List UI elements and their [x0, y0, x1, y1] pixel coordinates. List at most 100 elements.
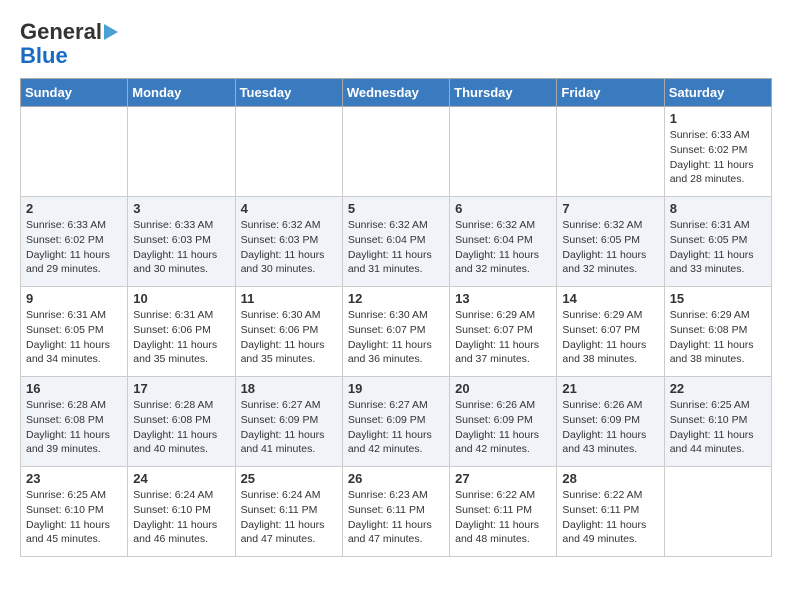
calendar-week-row: 1Sunrise: 6:33 AM Sunset: 6:02 PM Daylig… [21, 107, 772, 197]
calendar-cell [128, 107, 235, 197]
day-number: 11 [241, 291, 337, 306]
calendar-week-row: 23 Sunrise: 6:25 AM Sunset: 6:10 PM Dayli… [21, 467, 772, 557]
calendar-cell: 7Sunrise: 6:32 AM Sunset: 6:05 PM Daylig… [557, 197, 664, 287]
day-number: 3 [133, 201, 229, 216]
calendar-week-row: 9 Sunrise: 6:31 AM Sunset: 6:05 PM Daylig… [21, 287, 772, 377]
calendar-cell: 22 Sunrise: 6:25 AM Sunset: 6:10 PM Dayli… [664, 377, 771, 467]
day-number: 19 [348, 381, 444, 396]
day-info: Sunrise: 6:28 AM Sunset: 6:08 PM Dayligh… [133, 398, 229, 457]
calendar-week-row: 16 Sunrise: 6:28 AM Sunset: 6:08 PM Dayli… [21, 377, 772, 467]
day-info: Sunrise: 6:26 AM Sunset: 6:09 PM Dayligh… [562, 398, 658, 457]
day-number: 13 [455, 291, 551, 306]
calendar-week-row: 2 Sunrise: 6:33 AM Sunset: 6:02 PM Daylig… [21, 197, 772, 287]
calendar-cell: 12 Sunrise: 6:30 AM Sunset: 6:07 PM Dayli… [342, 287, 449, 377]
day-number: 8 [670, 201, 766, 216]
day-number: 10 [133, 291, 229, 306]
day-number: 18 [241, 381, 337, 396]
day-number: 21 [562, 381, 658, 396]
calendar-cell: 8 Sunrise: 6:31 AM Sunset: 6:05 PM Daylig… [664, 197, 771, 287]
day-number: 15 [670, 291, 766, 306]
day-info: Sunrise: 6:26 AM Sunset: 6:09 PM Dayligh… [455, 398, 551, 457]
column-header-friday: Friday [557, 79, 664, 107]
calendar-cell: 9 Sunrise: 6:31 AM Sunset: 6:05 PM Daylig… [21, 287, 128, 377]
calendar-cell: 13Sunrise: 6:29 AM Sunset: 6:07 PM Dayli… [450, 287, 557, 377]
day-info: Sunrise: 6:24 AM Sunset: 6:10 PM Dayligh… [133, 488, 229, 547]
calendar-cell: 4 Sunrise: 6:32 AM Sunset: 6:03 PM Daylig… [235, 197, 342, 287]
logo-general: General [20, 20, 102, 44]
day-info: Sunrise: 6:32 AM Sunset: 6:03 PM Dayligh… [241, 218, 337, 277]
calendar-cell: 21 Sunrise: 6:26 AM Sunset: 6:09 PM Dayli… [557, 377, 664, 467]
column-header-thursday: Thursday [450, 79, 557, 107]
day-info: Sunrise: 6:31 AM Sunset: 6:05 PM Dayligh… [26, 308, 122, 367]
column-header-saturday: Saturday [664, 79, 771, 107]
calendar-cell: 23 Sunrise: 6:25 AM Sunset: 6:10 PM Dayli… [21, 467, 128, 557]
day-number: 24 [133, 471, 229, 486]
day-number: 23 [26, 471, 122, 486]
day-number: 9 [26, 291, 122, 306]
calendar-header-row: SundayMondayTuesdayWednesdayThursdayFrid… [21, 79, 772, 107]
day-info: Sunrise: 6:30 AM Sunset: 6:06 PM Dayligh… [241, 308, 337, 367]
day-info: Sunrise: 6:30 AM Sunset: 6:07 PM Dayligh… [348, 308, 444, 367]
calendar-cell: 11 Sunrise: 6:30 AM Sunset: 6:06 PM Dayli… [235, 287, 342, 377]
calendar-cell [21, 107, 128, 197]
day-info: Sunrise: 6:31 AM Sunset: 6:06 PM Dayligh… [133, 308, 229, 367]
day-info: Sunrise: 6:29 AM Sunset: 6:07 PM Dayligh… [562, 308, 658, 367]
calendar-cell: 5 Sunrise: 6:32 AM Sunset: 6:04 PM Daylig… [342, 197, 449, 287]
calendar-cell: 6Sunrise: 6:32 AM Sunset: 6:04 PM Daylig… [450, 197, 557, 287]
day-number: 5 [348, 201, 444, 216]
day-info: Sunrise: 6:27 AM Sunset: 6:09 PM Dayligh… [348, 398, 444, 457]
day-number: 25 [241, 471, 337, 486]
calendar-cell: 20 Sunrise: 6:26 AM Sunset: 6:09 PM Dayli… [450, 377, 557, 467]
day-number: 20 [455, 381, 551, 396]
calendar-cell [557, 107, 664, 197]
day-number: 14 [562, 291, 658, 306]
calendar-cell: 19 Sunrise: 6:27 AM Sunset: 6:09 PM Dayli… [342, 377, 449, 467]
day-info: Sunrise: 6:22 AM Sunset: 6:11 PM Dayligh… [455, 488, 551, 547]
day-number: 26 [348, 471, 444, 486]
day-number: 27 [455, 471, 551, 486]
column-header-tuesday: Tuesday [235, 79, 342, 107]
day-info: Sunrise: 6:32 AM Sunset: 6:04 PM Dayligh… [348, 218, 444, 277]
day-number: 1 [670, 111, 766, 126]
day-info: Sunrise: 6:32 AM Sunset: 6:04 PM Dayligh… [455, 218, 551, 277]
logo-arrow-icon [104, 24, 118, 40]
calendar-cell: 10 Sunrise: 6:31 AM Sunset: 6:06 PM Dayli… [128, 287, 235, 377]
day-number: 22 [670, 381, 766, 396]
calendar-cell: 27 Sunrise: 6:22 AM Sunset: 6:11 PM Dayli… [450, 467, 557, 557]
day-info: Sunrise: 6:33 AM Sunset: 6:02 PM Dayligh… [26, 218, 122, 277]
column-header-monday: Monday [128, 79, 235, 107]
day-number: 17 [133, 381, 229, 396]
day-info: Sunrise: 6:27 AM Sunset: 6:09 PM Dayligh… [241, 398, 337, 457]
calendar-cell [342, 107, 449, 197]
calendar-cell: 26 Sunrise: 6:23 AM Sunset: 6:11 PM Dayli… [342, 467, 449, 557]
page-header: General Blue [20, 20, 772, 68]
calendar-table: SundayMondayTuesdayWednesdayThursdayFrid… [20, 78, 772, 557]
calendar-cell: 14 Sunrise: 6:29 AM Sunset: 6:07 PM Dayli… [557, 287, 664, 377]
day-info: Sunrise: 6:25 AM Sunset: 6:10 PM Dayligh… [670, 398, 766, 457]
calendar-cell: 1Sunrise: 6:33 AM Sunset: 6:02 PM Daylig… [664, 107, 771, 197]
day-number: 4 [241, 201, 337, 216]
day-number: 2 [26, 201, 122, 216]
column-header-wednesday: Wednesday [342, 79, 449, 107]
calendar-cell: 3 Sunrise: 6:33 AM Sunset: 6:03 PM Daylig… [128, 197, 235, 287]
calendar-cell [235, 107, 342, 197]
logo-blue: Blue [20, 44, 68, 68]
day-info: Sunrise: 6:23 AM Sunset: 6:11 PM Dayligh… [348, 488, 444, 547]
calendar-cell: 18 Sunrise: 6:27 AM Sunset: 6:09 PM Dayli… [235, 377, 342, 467]
day-number: 16 [26, 381, 122, 396]
day-info: Sunrise: 6:31 AM Sunset: 6:05 PM Dayligh… [670, 218, 766, 277]
day-number: 12 [348, 291, 444, 306]
day-info: Sunrise: 6:22 AM Sunset: 6:11 PM Dayligh… [562, 488, 658, 547]
day-info: Sunrise: 6:25 AM Sunset: 6:10 PM Dayligh… [26, 488, 122, 547]
day-info: Sunrise: 6:32 AM Sunset: 6:05 PM Dayligh… [562, 218, 658, 277]
calendar-cell: 24 Sunrise: 6:24 AM Sunset: 6:10 PM Dayli… [128, 467, 235, 557]
day-info: Sunrise: 6:33 AM Sunset: 6:03 PM Dayligh… [133, 218, 229, 277]
day-info: Sunrise: 6:24 AM Sunset: 6:11 PM Dayligh… [241, 488, 337, 547]
calendar-cell: 16Sunrise: 6:28 AM Sunset: 6:08 PM Dayli… [21, 377, 128, 467]
day-number: 28 [562, 471, 658, 486]
logo: General Blue [20, 20, 118, 68]
day-info: Sunrise: 6:29 AM Sunset: 6:08 PM Dayligh… [670, 308, 766, 367]
calendar-cell: 17 Sunrise: 6:28 AM Sunset: 6:08 PM Dayli… [128, 377, 235, 467]
calendar-cell [664, 467, 771, 557]
calendar-cell: 28 Sunrise: 6:22 AM Sunset: 6:11 PM Dayli… [557, 467, 664, 557]
